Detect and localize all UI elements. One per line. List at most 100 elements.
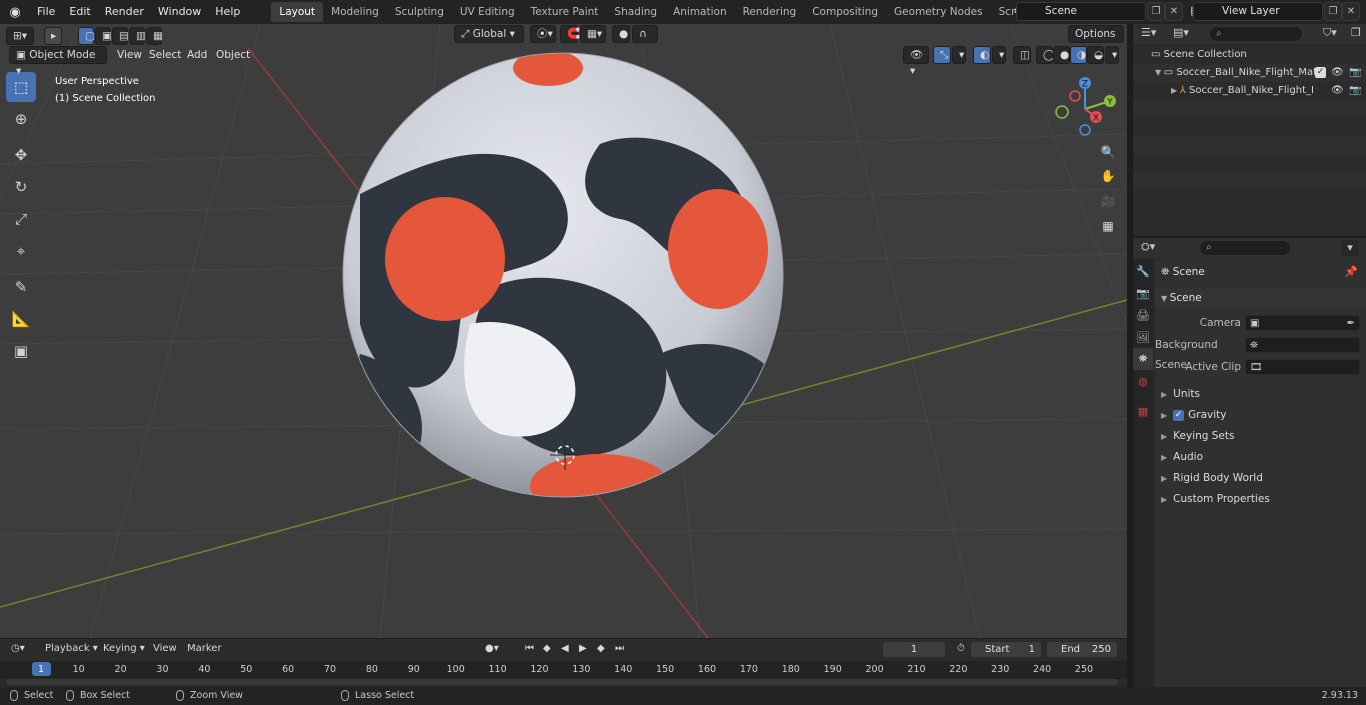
tab-animation[interactable]: Animation <box>665 2 735 22</box>
menu-file[interactable]: File <box>30 2 62 22</box>
properties-search-input[interactable]: ⌕ <box>1199 240 1291 256</box>
start-frame-field[interactable]: Start 1 <box>970 641 1042 658</box>
select-mode-subtract[interactable]: ▤ <box>112 27 129 45</box>
tab-uv-editing[interactable]: UV Editing <box>452 2 523 22</box>
zoom-icon[interactable]: 🔍 <box>1097 141 1119 163</box>
overlays-dropdown[interactable]: ▾ <box>992 46 1006 64</box>
tab-sculpting[interactable]: Sculpting <box>387 2 452 22</box>
play-reverse-icon[interactable]: ◀ <box>556 641 574 658</box>
overlays-toggle[interactable]: ◐ <box>973 46 991 64</box>
camera-icon[interactable]: 📷 <box>1349 82 1361 100</box>
new-view-layer-button[interactable]: ❐ <box>1324 2 1342 21</box>
object-mode-dropdown[interactable]: ▣ Object Mode ▾ <box>9 46 107 77</box>
properties-editor-type[interactable]: ⛭▾ <box>1141 240 1155 254</box>
shading-wireframe[interactable]: ◯ <box>1036 46 1055 64</box>
tool-tab-icon[interactable]: 🔧 <box>1133 260 1153 282</box>
output-tab-icon[interactable]: 🖨 <box>1133 304 1153 326</box>
measure-tool-icon[interactable]: 📐 <box>6 304 36 334</box>
tab-shading[interactable]: Shading <box>606 2 665 22</box>
menu-window[interactable]: Window <box>151 2 208 22</box>
keying-dropdown[interactable]: Keying ▾ <box>98 641 150 658</box>
tab-layout[interactable]: Layout <box>271 2 324 22</box>
eyedropper-icon[interactable]: ✒ <box>1347 314 1355 334</box>
proportional-falloff-dropdown[interactable]: ∩ <box>632 25 658 43</box>
scene-selector[interactable]: Scene <box>1016 2 1146 21</box>
current-frame-field[interactable]: 1 <box>882 641 946 658</box>
tab-modeling[interactable]: Modeling <box>323 2 387 22</box>
scene-tab-icon[interactable]: ⛯ <box>1133 348 1153 370</box>
record-button[interactable]: ●▾ <box>480 641 504 658</box>
timeline-view-menu[interactable]: View <box>148 641 182 658</box>
menu-help[interactable]: Help <box>208 2 247 22</box>
scale-tool-icon[interactable]: ⤢ <box>6 204 36 234</box>
playback-dropdown[interactable]: Playback ▾ <box>40 641 103 658</box>
outliner-row-object[interactable]: ▶ ⅄ Soccer_Ball_Nike_Flight_I 👁 📷 <box>1133 82 1366 100</box>
pivot-point-dropdown[interactable]: ⦿▾ <box>530 25 556 43</box>
editor-type-button[interactable]: ⊞▾ <box>6 27 34 45</box>
new-scene-button[interactable]: ❐ <box>1147 2 1165 21</box>
delete-view-layer-button[interactable]: ✕ <box>1342 2 1360 21</box>
3d-viewport[interactable]: ⊞▾ ▸ ▢ ▣ ▤ ▥ ▦ ▣ Object Mode ▾ View Sele… <box>0 24 1127 638</box>
subpanel-rigid-body-world[interactable]: ▶ Rigid Body World <box>1155 468 1366 488</box>
outliner-search-input[interactable]: ⌕ <box>1209 26 1303 42</box>
gizmo-dropdown[interactable]: ▾ <box>952 46 966 64</box>
transform-orientation-dropdown[interactable]: ⤢ Global ▾ <box>454 25 524 43</box>
scene-section-header[interactable]: ▼ Scene <box>1155 288 1366 308</box>
subpanel-units[interactable]: ▶ Units <box>1155 384 1366 404</box>
outliner-display-mode[interactable]: ▤▾ <box>1173 26 1189 39</box>
options-dropdown[interactable]: Options ▾ <box>1068 25 1124 56</box>
properties-options-dropdown[interactable]: ▾ <box>1341 240 1359 256</box>
tab-rendering[interactable]: Rendering <box>735 2 805 22</box>
filter-icon[interactable]: ⛉▾ <box>1323 26 1337 40</box>
play-icon[interactable]: ▶ <box>574 641 592 658</box>
shading-dropdown[interactable]: ▾ <box>1105 46 1119 64</box>
expand-arrow-icon[interactable]: ▼ <box>1155 68 1164 77</box>
select-mode-extend[interactable]: ▣ <box>95 27 112 45</box>
select-mode-intersect[interactable]: ▦ <box>146 27 163 45</box>
move-tool-icon[interactable]: ✥ <box>6 140 36 170</box>
select-mode-difference[interactable]: ▥ <box>129 27 146 45</box>
include-checkbox[interactable]: ✓ <box>1315 67 1326 78</box>
new-collection-icon[interactable]: ❐ <box>1351 26 1361 39</box>
eye-icon[interactable]: 👁 <box>1331 64 1344 82</box>
timeline-editor-type[interactable]: ◷▾ <box>6 641 30 658</box>
subpanel-audio[interactable]: ▶ Audio <box>1155 447 1366 467</box>
menu-edit[interactable]: Edit <box>62 2 97 22</box>
end-frame-field[interactable]: End 250 <box>1046 641 1118 658</box>
marker-menu[interactable]: Marker <box>182 641 227 658</box>
tab-geometry-nodes[interactable]: Geometry Nodes <box>886 2 991 22</box>
navigation-gizmo[interactable]: Y X Z <box>1052 74 1122 144</box>
menu-select[interactable]: Select <box>149 46 181 64</box>
select-tool-button[interactable]: ▸ <box>44 27 62 45</box>
timeline-ruler[interactable]: 1 10 20 30 40 50 60 70 80 90 100 110 120 130 140 150 160… <box>0 661 1127 679</box>
timeline-scrollbar[interactable] <box>6 679 1118 685</box>
shading-rendered[interactable]: ◒ <box>1087 46 1104 64</box>
transform-tool-icon[interactable]: ⌖ <box>6 236 36 266</box>
snap-toggle[interactable]: 🧲 <box>560 25 580 43</box>
menu-add[interactable]: Add <box>187 46 207 64</box>
jump-end-icon[interactable]: ⏭ <box>610 641 629 658</box>
render-tab-icon[interactable]: 📷 <box>1133 282 1153 304</box>
subpanel-keying-sets[interactable]: ▶ Keying Sets <box>1155 426 1366 446</box>
preview-range-icon[interactable]: ⏱ <box>952 641 970 658</box>
add-cube-tool-icon[interactable]: ▣ <box>6 336 36 366</box>
eye-icon[interactable]: 👁 <box>1331 82 1344 100</box>
gizmo-toggle[interactable]: ⤡ <box>933 46 951 64</box>
xray-toggle[interactable]: ◫ <box>1013 46 1031 64</box>
menu-render[interactable]: Render <box>98 2 151 22</box>
tab-texture-paint[interactable]: Texture Paint <box>523 2 607 22</box>
outliner-editor-type[interactable]: ☰▾ <box>1141 26 1156 39</box>
gravity-checkbox[interactable]: ✓ <box>1173 409 1185 421</box>
expand-arrow-icon[interactable]: ▶ <box>1171 86 1180 95</box>
snap-target-dropdown[interactable]: ▦▾ <box>580 25 606 43</box>
proportional-edit-toggle[interactable]: ● <box>612 25 630 43</box>
menu-view[interactable]: View <box>117 46 142 64</box>
pan-hand-icon[interactable]: ✋ <box>1097 165 1119 187</box>
delete-scene-button[interactable]: ✕ <box>1165 2 1183 21</box>
view-layer-selector[interactable]: View Layer <box>1193 2 1323 21</box>
visibility-dropdown[interactable]: 👁▾ <box>903 46 929 77</box>
annotate-tool-icon[interactable]: ✎ <box>6 272 36 302</box>
camera-field[interactable]: ▣ ✒ <box>1245 315 1360 331</box>
pin-icon[interactable]: 📌 <box>1345 262 1358 282</box>
subpanel-gravity[interactable]: ▶ ✓ Gravity <box>1155 405 1366 425</box>
